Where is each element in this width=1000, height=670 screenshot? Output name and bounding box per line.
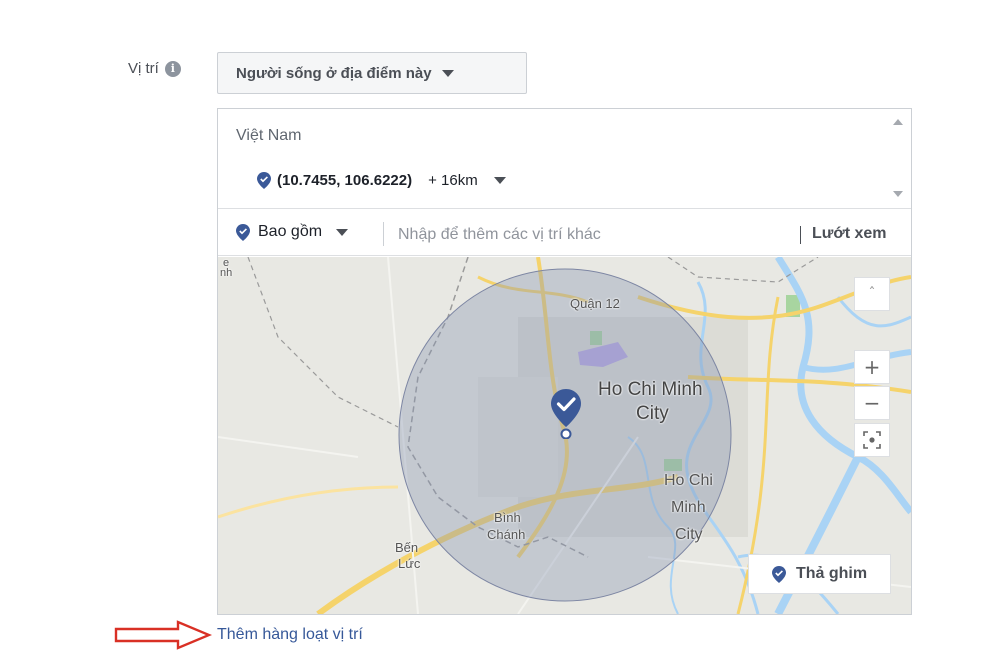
chevron-down-icon <box>336 228 349 236</box>
divider <box>383 222 384 246</box>
location-pin-icon <box>257 172 271 189</box>
location-label: Vị trí <box>128 60 159 77</box>
pinned-location-item[interactable]: (10.7455, 106.6222) + 16km <box>257 172 506 189</box>
drop-pin-button[interactable]: Thả ghim <box>748 554 891 594</box>
scroll-up-icon[interactable] <box>893 119 903 125</box>
zoom-out-button[interactable]: − <box>854 386 890 420</box>
country-name: Việt Nam <box>236 127 302 144</box>
divider <box>800 226 801 244</box>
red-arrow-annotation <box>114 620 212 650</box>
include-dropdown[interactable]: Bao gồm <box>236 223 349 241</box>
map-label-quan12: Quận 12 <box>570 296 620 311</box>
location-label-row: Vị trí i <box>128 60 181 77</box>
recenter-button[interactable] <box>854 423 890 457</box>
info-icon[interactable]: i <box>164 60 181 77</box>
audience-type-dropdown[interactable]: Người sống ở địa điểm này <box>217 52 527 94</box>
map-label-hcm-city: City <box>636 403 669 424</box>
map-label-hcm: Ho Chi Minh <box>598 379 703 400</box>
selected-locations-list <box>218 109 911 208</box>
pin-coordinates: (10.7455, 106.6222) <box>277 172 413 189</box>
map-label-binh: Bình <box>494 510 521 525</box>
map-pin-icon[interactable] <box>549 387 583 439</box>
map-label-luc: Lức <box>398 556 421 571</box>
chevron-up-icon: ˆ <box>868 286 876 302</box>
location-map[interactable]: Quận 12 Ho Chi Minh City Ho Chi Minh Cit… <box>218 257 911 614</box>
location-pin-icon <box>771 565 786 583</box>
radius-chevron-down-icon[interactable] <box>493 177 506 184</box>
browse-button[interactable]: Lướt xem <box>812 225 887 243</box>
chevron-down-icon <box>441 69 454 77</box>
include-dropdown-label: Bao gồm <box>258 223 323 240</box>
map-label-chanh: Chánh <box>487 527 526 542</box>
scroll-down-icon[interactable] <box>893 191 903 197</box>
map-collapse-button[interactable]: ˆ <box>854 277 890 311</box>
map-label-ben: Bến <box>395 540 419 555</box>
location-search-input[interactable] <box>392 218 790 252</box>
pin-radius: + 16km <box>428 172 478 189</box>
map-label-hcm-small-3: City <box>675 526 703 543</box>
map-label-hcm-small-2: Minh <box>671 499 706 516</box>
zoom-in-button[interactable]: + <box>854 350 890 384</box>
drop-pin-label: Thả ghim <box>795 565 868 582</box>
map-label-hcm-small: Ho Chi <box>664 472 713 489</box>
location-pin-icon <box>236 223 250 241</box>
audience-type-value: Người sống ở địa điểm này <box>236 64 432 82</box>
map-label-edge-2: nh <box>220 267 233 279</box>
list-scrollbar[interactable] <box>885 109 911 208</box>
recenter-icon <box>863 431 881 449</box>
bulk-add-locations-link[interactable]: Thêm hàng loạt vị trí <box>217 626 363 644</box>
